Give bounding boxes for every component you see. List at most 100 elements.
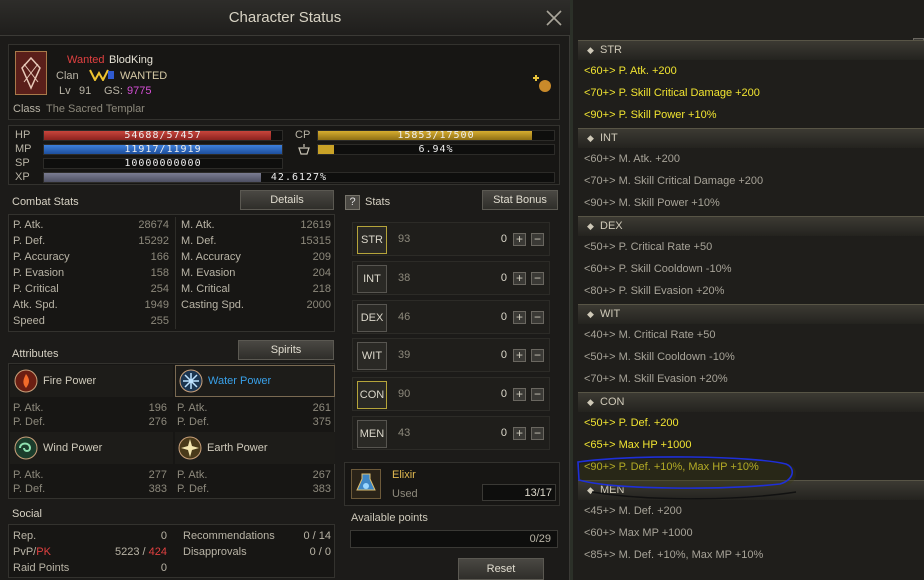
weight-text: 6.94% <box>418 144 454 155</box>
stat-bonus-button[interactable]: Stat Bonus <box>482 190 558 210</box>
details-button[interactable]: Details <box>240 190 334 210</box>
combat-stat-label: M. Def. <box>181 235 217 247</box>
bonus-line: <40+> M. Critical Rate +50 <box>584 329 716 341</box>
bonus-section-con: ◆ CON <box>578 392 924 412</box>
mp-bar: 11917/11919 <box>43 144 283 155</box>
stat-minus-button[interactable]: − <box>531 233 544 246</box>
combat-stat-value: 255 <box>150 315 169 327</box>
wanted-label: Wanted <box>67 54 105 66</box>
pvp-pk-value: 5223 / 424 <box>69 546 167 558</box>
diamond-icon: ◆ <box>587 45 594 55</box>
combat-stat-value: 2000 <box>306 299 331 311</box>
pvp-label: PvP/ <box>13 546 37 558</box>
stat-row-con: CON 90 0 + − <box>352 377 550 412</box>
earth-pdef-value: 383 <box>312 483 331 495</box>
stat-row-wit: WIT 39 0 + − <box>352 338 550 373</box>
disapprovals-value: 0 / 0 <box>309 546 331 558</box>
combat-stat-value: 209 <box>312 251 331 263</box>
fire-patk-label: P. Atk. <box>13 402 44 414</box>
bonus-line: <85+> M. Def. +10%, Max MP +10% <box>584 549 764 561</box>
elixir-icon <box>351 469 381 499</box>
stat-name-box: WIT <box>357 342 387 371</box>
bonus-line: <50+> M. Skill Cooldown -10% <box>584 351 735 363</box>
earth-icon <box>178 436 202 460</box>
stat-minus-button[interactable]: − <box>531 349 544 363</box>
sp-text: 10000000000 <box>124 158 202 169</box>
social-title: Social <box>12 508 42 520</box>
stats-help-icon[interactable]: ? <box>345 195 360 210</box>
pk-label: PK <box>36 546 51 558</box>
bonus-line: <60+> P. Skill Cooldown -10% <box>584 263 732 275</box>
stat-plus-button[interactable]: + <box>513 271 526 285</box>
attribute-water[interactable]: Water Power <box>175 365 335 397</box>
sp-label: SP <box>15 157 30 169</box>
stat-minus-button[interactable]: − <box>531 388 544 402</box>
combat-stats-title: Combat Stats <box>12 196 79 208</box>
fire-pdef-label: P. Def. <box>13 416 46 428</box>
wind-icon <box>14 436 38 460</box>
cp-text: 15853/17500 <box>397 130 475 141</box>
combat-stat-value: 15315 <box>300 235 331 247</box>
bonus-line: <50+> P. Def. +200 <box>584 417 679 429</box>
stat-added: 0 <box>500 310 507 323</box>
earth-pdef-label: P. Def. <box>177 483 210 495</box>
stat-value: 93 <box>398 233 411 245</box>
attribute-earth[interactable]: Earth Power <box>175 432 335 464</box>
stat-name-box: MEN <box>357 420 387 448</box>
stat-value: 43 <box>398 427 411 439</box>
bonus-line: <65+> Max HP +1000 <box>584 439 692 451</box>
attribute-wind-name: Wind Power <box>43 442 103 454</box>
stat-plus-button[interactable]: + <box>513 388 526 402</box>
character-status-window: Character Status Wanted BlodKing Clan WA… <box>0 0 570 580</box>
stat-value: 39 <box>398 349 411 362</box>
earth-patk-label: P. Atk. <box>177 469 208 481</box>
stat-value: 90 <box>398 388 411 401</box>
combat-stat-label: Speed <box>13 315 45 327</box>
attribute-fire[interactable]: Fire Power <box>10 365 173 397</box>
clan-crest-icon <box>89 69 115 83</box>
bonus-line: <60+> Max MP +1000 <box>584 527 693 539</box>
wind-pdef-label: P. Def. <box>13 483 46 495</box>
combat-stat-label: Atk. Spd. <box>13 299 58 311</box>
xp-bar: 42.6127% <box>43 172 555 183</box>
elixir-name: Elixir <box>392 469 416 481</box>
diamond-icon: ◆ <box>587 221 594 231</box>
raid-value: 0 <box>160 562 167 574</box>
bonus-line: <60+> M. Atk. +200 <box>584 153 681 165</box>
xp-text: 42.6127% <box>270 172 328 183</box>
close-icon[interactable] <box>544 8 564 28</box>
clan-name: WANTED <box>120 70 168 82</box>
stat-row-dex: DEX 46 0 + − <box>352 299 550 334</box>
combat-stat-value: 158 <box>150 267 169 279</box>
elixir-used-label: Used <box>392 488 418 500</box>
spirits-button[interactable]: Spirits <box>238 340 334 360</box>
stat-minus-button[interactable]: − <box>531 310 544 324</box>
stat-plus-button[interactable]: + <box>513 349 526 363</box>
bonus-line: <70+> P. Skill Critical Damage +200 <box>584 87 760 99</box>
water-pdef-value: 375 <box>312 416 331 428</box>
combat-stat-value: 12619 <box>300 219 331 231</box>
stat-plus-button[interactable]: + <box>513 233 526 246</box>
buff-potion-icon[interactable] <box>533 73 553 93</box>
character-header: Wanted BlodKing Clan WANTED Lv 91 GS: 97… <box>8 44 560 120</box>
stat-plus-button[interactable]: + <box>513 427 526 440</box>
attribute-fire-name: Fire Power <box>43 375 97 387</box>
diamond-icon: ◆ <box>587 397 594 407</box>
mp-text: 11917/11919 <box>124 144 202 155</box>
stat-minus-button[interactable]: − <box>531 271 544 285</box>
bonus-section-title: DEX <box>600 220 623 232</box>
wind-pdef-value: 383 <box>148 483 167 495</box>
combat-stat-label: P. Def. <box>13 235 46 247</box>
highlight-annotation <box>577 456 797 500</box>
reset-button[interactable]: Reset <box>458 558 544 580</box>
bonus-section-str: ◆ STR <box>578 40 924 60</box>
water-patk-label: P. Atk. <box>177 402 208 414</box>
gs-value: 9775 <box>127 85 152 97</box>
stat-minus-button[interactable]: − <box>531 427 544 440</box>
pvp-pk-label: PvP/PK <box>13 546 51 558</box>
combat-stat-value: 254 <box>150 283 169 295</box>
combat-stat-label: P. Critical <box>13 283 59 295</box>
attribute-wind[interactable]: Wind Power <box>10 432 173 464</box>
stat-row-int: INT 38 0 + − <box>352 260 550 295</box>
stat-plus-button[interactable]: + <box>513 310 526 324</box>
